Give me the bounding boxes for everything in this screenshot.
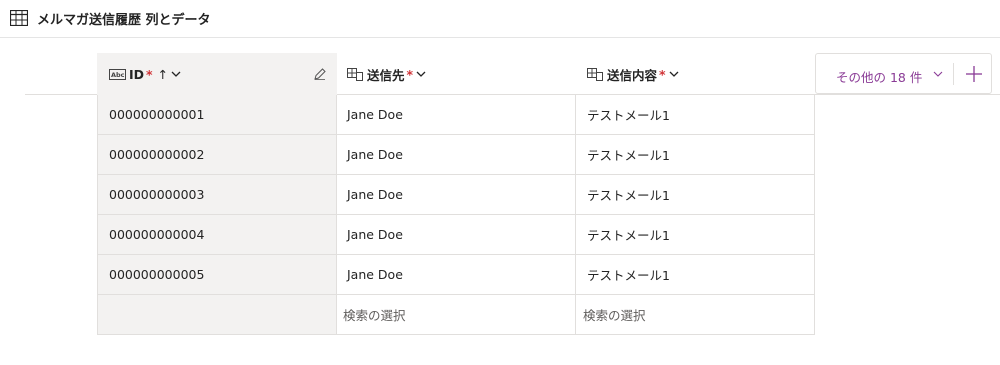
required-indicator: * — [406, 66, 414, 82]
chevron-down-icon[interactable] — [171, 71, 181, 78]
grid-left-border — [97, 95, 98, 335]
content-lookup-input[interactable]: 検索の選択 — [576, 295, 815, 335]
cell-id[interactable]: 000000000001 — [97, 95, 337, 135]
cell-id[interactable]: 000000000004 — [97, 215, 337, 255]
title-bar: メルマガ送信履歴 列とデータ — [0, 0, 1000, 38]
cell-recipient[interactable]: Jane Doe — [337, 255, 576, 295]
cell-content[interactable]: テストメール1 — [576, 95, 815, 135]
cell-id-new[interactable] — [97, 295, 337, 335]
chevron-down-icon[interactable] — [416, 71, 426, 78]
cell-content[interactable]: テストメール1 — [576, 135, 815, 175]
required-indicator: * — [146, 66, 153, 82]
column-header-label: ID — [129, 66, 145, 82]
more-columns-bar: その他の 18 件 — [815, 53, 992, 94]
chevron-down-icon — [933, 71, 943, 77]
more-columns-label: その他の 18 件 — [836, 70, 923, 85]
cell-content[interactable]: テストメール1 — [576, 215, 815, 255]
add-column-icon[interactable] — [962, 63, 986, 85]
column-header-content[interactable]: 送信内容 * — [576, 53, 815, 95]
cell-recipient[interactable]: Jane Doe — [337, 95, 576, 135]
separator — [953, 63, 954, 85]
lookup-icon — [587, 67, 603, 81]
more-columns-button[interactable]: その他の 18 件 — [816, 54, 952, 93]
required-indicator: * — [659, 66, 666, 82]
cell-recipient[interactable]: Jane Doe — [337, 175, 576, 215]
lookup-icon — [347, 67, 363, 81]
chevron-down-icon[interactable] — [669, 71, 679, 78]
cell-id[interactable]: 000000000002 — [97, 135, 337, 175]
edit-pencil-icon[interactable] — [313, 67, 327, 81]
recipient-lookup-input[interactable]: 検索の選択 — [337, 295, 576, 335]
cell-content[interactable]: テストメール1 — [576, 175, 815, 215]
table-icon — [10, 10, 28, 26]
sort-ascending-icon: ↑ — [157, 66, 169, 82]
column-header-id[interactable]: Abc ID * ↑ — [97, 53, 337, 95]
cell-recipient[interactable]: Jane Doe — [337, 215, 576, 255]
column-header-recipient[interactable]: 送信先 * — [337, 53, 576, 95]
column-header-label: 送信内容 — [607, 67, 658, 83]
cell-recipient[interactable]: Jane Doe — [337, 135, 576, 175]
page-title: メルマガ送信履歴 列とデータ — [37, 13, 211, 28]
svg-text:Abc: Abc — [111, 71, 125, 79]
cell-content[interactable]: テストメール1 — [576, 255, 815, 295]
text-field-icon: Abc — [109, 68, 126, 80]
cell-id[interactable]: 000000000005 — [97, 255, 337, 295]
cell-id[interactable]: 000000000003 — [97, 175, 337, 215]
column-header-label: 送信先 — [367, 67, 405, 83]
